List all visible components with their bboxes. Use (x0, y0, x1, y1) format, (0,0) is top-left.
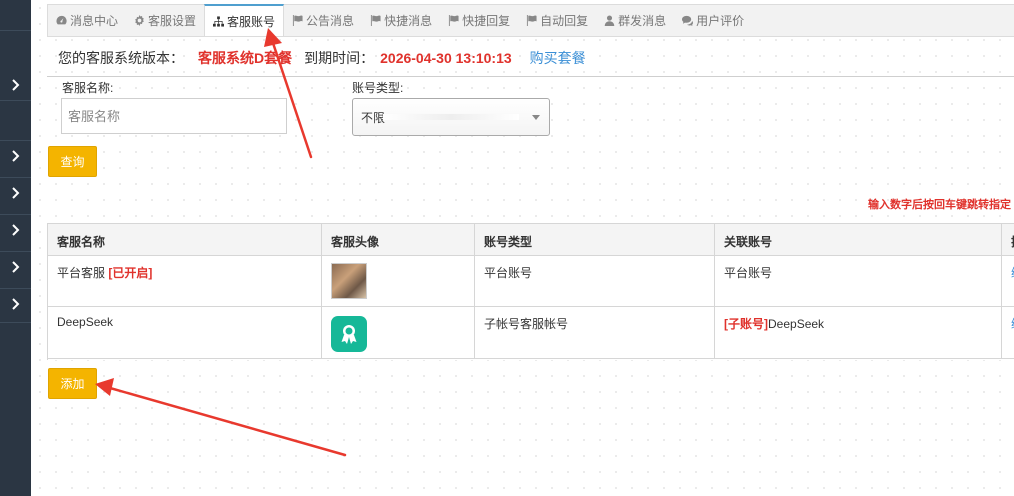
linked-account-cell: [子账号]DeepSeek (715, 307, 1002, 358)
cs-name: 平台客服 (57, 266, 106, 280)
tab-label: 快捷回复 (462, 14, 511, 28)
avatar (331, 316, 367, 352)
linked-account: 平台账号 (724, 266, 773, 280)
cs-name-cell: 平台客服 [已开启] (48, 256, 322, 306)
buy-plan-link[interactable]: 购买套餐 (530, 48, 586, 68)
tab-announcements[interactable]: 公告消息 (284, 5, 362, 36)
chevron-right-icon (11, 150, 19, 162)
table-header-row: 客服名称 客服头像 账号类型 关联账号 操 (48, 224, 1014, 256)
name-filter-input[interactable] (61, 98, 287, 134)
flag-icon (448, 15, 459, 26)
column-header: 客服名称 (48, 224, 322, 255)
tab-label: 客服账号 (227, 14, 276, 29)
tab-label: 快捷消息 (384, 14, 433, 28)
chevron-right-icon (11, 298, 19, 310)
tab-bar: 消息中心 客服设置 客服账号 公告消息 快捷消息 快捷回复 自动回复 群发消息 … (47, 4, 1014, 37)
column-header: 操 (1002, 224, 1014, 255)
tab-label: 自动回复 (540, 14, 589, 28)
column-header: 关联账号 (715, 224, 1002, 255)
edit-link[interactable]: 编 (1002, 256, 1014, 306)
sidebar-expand-6[interactable] (0, 289, 31, 319)
name-filter-label: 客服名称: (62, 81, 114, 95)
type-filter-label: 账号类型: (352, 81, 404, 95)
pagination-hint: 输入数字后按回车键跳转指定 (868, 199, 1011, 211)
tab-message-center[interactable]: 消息中心 (48, 5, 126, 36)
expire-label: 到期时间： (304, 50, 375, 66)
select-fill (383, 114, 519, 120)
column-header: 客服头像 (322, 224, 475, 255)
flag-icon (292, 15, 303, 26)
table-row: DeepSeek 子帐号客服帐号 [子账号]DeepSeek 编 (48, 307, 1014, 359)
divider (47, 76, 1014, 77)
cs-name: DeepSeek (57, 315, 114, 329)
tab-auto-replies[interactable]: 自动回复 (518, 5, 596, 36)
version-label: 您的客服系统版本： (58, 50, 184, 66)
account-type-cell: 子帐号客服帐号 (475, 307, 715, 358)
sidebar-expand-4[interactable] (0, 215, 31, 245)
tab-quick-replies[interactable]: 快捷回复 (440, 5, 518, 36)
tab-label: 用户评价 (696, 14, 745, 28)
tab-label: 消息中心 (70, 14, 119, 28)
avatar-cell (322, 307, 475, 358)
edit-link[interactable]: 编 (1002, 307, 1014, 358)
dashboard-icon (56, 15, 67, 25)
comments-icon (682, 15, 694, 26)
sidebar-expand-5[interactable] (0, 252, 31, 282)
chevron-right-icon (11, 79, 19, 91)
account-type-cell: 平台账号 (475, 256, 715, 306)
sidebar-expand-1[interactable] (0, 70, 31, 100)
tab-user-reviews[interactable]: 用户评价 (674, 5, 752, 36)
sidebar-expand-3[interactable] (0, 178, 31, 208)
tab-cs-settings[interactable]: 客服设置 (126, 5, 204, 36)
plan-name: 客服系统D套餐 (198, 50, 293, 66)
tab-broadcast[interactable]: 群发消息 (596, 5, 674, 36)
linked-account: DeepSeek (768, 317, 825, 331)
user-icon (604, 15, 615, 26)
cs-name-cell: DeepSeek (48, 307, 322, 358)
query-button[interactable]: 查询 (48, 146, 97, 177)
tab-label: 客服设置 (148, 14, 197, 28)
linked-tag: [子账号] (724, 317, 768, 331)
linked-account-cell: 平台账号 (715, 256, 1002, 306)
tab-quick-messages[interactable]: 快捷消息 (362, 5, 440, 36)
chevron-right-icon (11, 187, 19, 199)
avatar-cell (322, 256, 475, 306)
tab-label: 公告消息 (306, 14, 355, 28)
sidebar-expand-2[interactable] (0, 141, 31, 171)
left-sidebar (0, 0, 31, 496)
flag-icon (370, 15, 381, 26)
table-row: 平台客服 [已开启] 平台账号 平台账号 编 (48, 256, 1014, 307)
account-type-value: 不限 (361, 110, 386, 125)
gear-icon (135, 15, 144, 26)
chevron-right-icon (11, 224, 19, 236)
tab-cs-accounts[interactable]: 客服账号 (204, 4, 285, 36)
avatar (331, 263, 367, 299)
accounts-table: 客服名称 客服头像 账号类型 关联账号 操 平台客服 [已开启] 平台账号 平台… (47, 223, 1014, 360)
sitemap-icon (213, 15, 225, 27)
caret-down-icon (532, 115, 540, 120)
account-type-select[interactable]: 不限 (352, 98, 550, 136)
flag-icon (527, 15, 537, 26)
status-badge: [已开启] (108, 266, 153, 280)
column-header: 账号类型 (475, 224, 715, 255)
expire-value: 2026-04-30 13:10:13 (380, 50, 512, 66)
version-info: 您的客服系统版本： 客服系统D套餐 到期时间： 2026-04-30 13:10… (58, 48, 586, 68)
chevron-right-icon (11, 261, 19, 273)
arrow-to-add-button (95, 378, 347, 457)
award-icon (341, 325, 357, 344)
add-button[interactable]: 添加 (48, 368, 97, 399)
tab-label: 群发消息 (618, 14, 667, 28)
